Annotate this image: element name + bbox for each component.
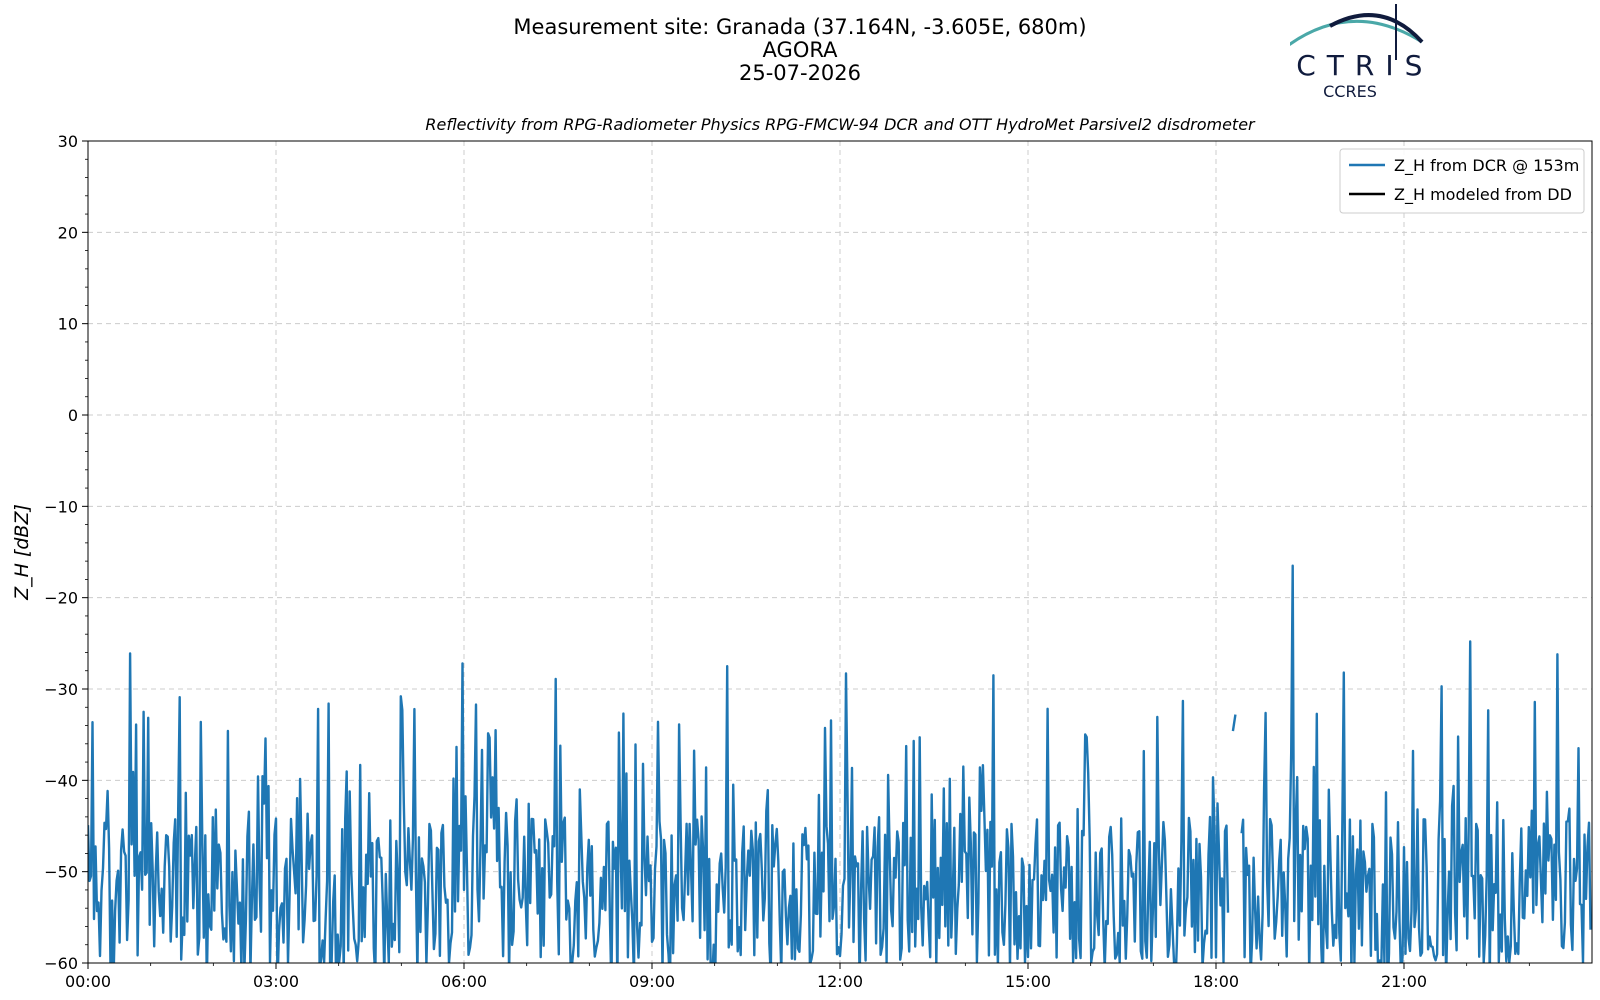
y-axis-ticks: 30 20 10 0 −10 −20 −30 −40 −50 −60 [44, 132, 88, 973]
y-tick-label: 30 [58, 132, 78, 151]
chart-title: Reflectivity from RPG-Radiometer Physics… [425, 115, 1256, 134]
grid-lines [88, 141, 1592, 963]
x-tick-label: 12:00 [817, 972, 863, 991]
x-tick-label: 03:00 [253, 972, 299, 991]
y-tick-label: −10 [44, 497, 78, 516]
y-tick-label: −20 [44, 589, 78, 608]
plot-frame [87, 140, 1593, 964]
x-tick-label: 06:00 [441, 972, 487, 991]
series-segment-dcr [1231, 714, 1237, 732]
x-tick-label: 09:00 [629, 972, 675, 991]
x-tick-label: 00:00 [65, 972, 111, 991]
y-tick-label: 20 [58, 223, 78, 242]
x-tick-label: 21:00 [1381, 972, 1427, 991]
y-tick-label: 0 [68, 406, 78, 425]
y-tick-label: −60 [44, 954, 78, 973]
y-tick-label: −30 [44, 680, 78, 699]
y-tick-label: −40 [44, 771, 78, 790]
x-tick-label: 18:00 [1193, 972, 1239, 991]
series-line-dcr [88, 564, 1592, 963]
y-tick-label: 10 [58, 315, 78, 334]
series-segments-dcr [1231, 714, 1237, 732]
legend-label-dcr: Z_H from DCR @ 153m [1394, 156, 1579, 176]
legend-label-model: Z_H modeled from DD [1394, 185, 1572, 205]
reflectivity-chart: Reflectivity from RPG-Radiometer Physics… [11, 115, 1593, 991]
x-axis-ticks: 00:00 03:00 06:00 09:00 12:00 15:00 18:00 21:00 [65, 963, 1427, 991]
y-tick-label: −50 [44, 863, 78, 882]
x-tick-label: 15:00 [1005, 972, 1051, 991]
y-axis-label: Z_H [dBZ] [11, 504, 33, 601]
legend: Z_H from DCR @ 153m Z_H modeled from DD [1339, 148, 1585, 214]
